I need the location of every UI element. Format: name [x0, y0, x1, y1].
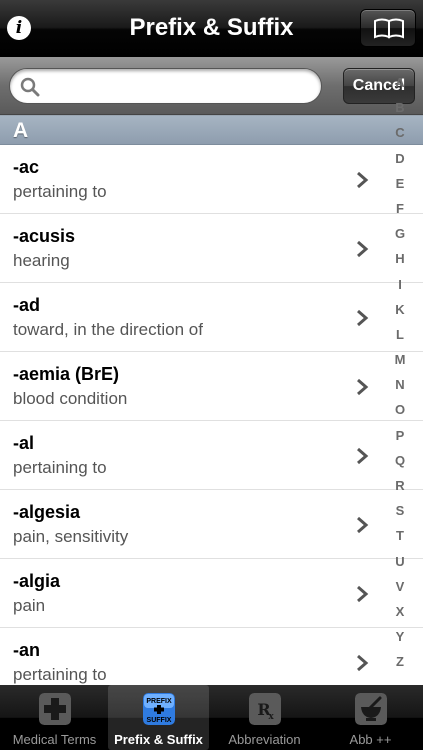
index-letter[interactable]: P	[388, 423, 412, 448]
svg-text:PREFIX: PREFIX	[146, 698, 172, 705]
meaning-label: pertaining to	[13, 665, 107, 684]
chevron-right-icon	[357, 171, 369, 189]
search-icon	[20, 77, 40, 97]
index-letter[interactable]: I	[388, 272, 412, 297]
tab-label: Medical Terms	[12, 732, 97, 747]
chevron-right-icon	[357, 516, 369, 534]
tab-abb-plus[interactable]: Abb ++	[318, 685, 423, 750]
index-letter[interactable]: E	[388, 171, 412, 196]
index-letter[interactable]: N	[388, 372, 412, 397]
index-letter[interactable]: Z	[388, 649, 412, 674]
index-letter[interactable]: O	[388, 397, 412, 422]
svg-text:x: x	[268, 712, 274, 722]
chevron-right-icon	[357, 309, 369, 327]
index-letter[interactable]: F	[388, 196, 412, 221]
tab-label: Abbreviation	[228, 732, 301, 747]
index-letter[interactable]: T	[388, 523, 412, 548]
index-letter[interactable]: L	[388, 322, 412, 347]
search-input[interactable]	[46, 75, 310, 99]
chevron-right-icon	[357, 240, 369, 258]
term-list: -ac pertaining to -acusis hearing -ad to…	[0, 145, 423, 697]
book-icon	[374, 18, 404, 39]
index-letter[interactable]: C	[388, 120, 412, 145]
list-item[interactable]: -ad toward, in the direction of	[0, 283, 423, 352]
term-label: -algesia	[13, 502, 81, 522]
term-label: -algia	[13, 571, 61, 591]
index-letter[interactable]: Y	[388, 624, 412, 649]
list-item[interactable]: -algia pain	[0, 559, 423, 628]
tab-label: Prefix & Suffix	[114, 732, 203, 747]
tab-medical-terms[interactable]: Medical Terms	[2, 685, 107, 750]
search-bar: Cancel	[0, 57, 423, 115]
cross-icon	[39, 693, 71, 725]
chevron-right-icon	[357, 654, 369, 672]
section-letter: A	[13, 119, 29, 142]
index-letter[interactable]: R	[388, 473, 412, 498]
tab-bar: Medical Terms PREFIX SUFFIX Prefix & Suf…	[0, 685, 423, 750]
index-letter[interactable]: X	[388, 599, 412, 624]
term-label: -ad	[13, 295, 40, 315]
tab-label: Abb ++	[349, 732, 392, 747]
index-letter[interactable]: G	[388, 221, 412, 246]
index-letter[interactable]: D	[388, 146, 412, 171]
list-item[interactable]: -algesia pain, sensitivity	[0, 490, 423, 559]
term-label: -aemia (BrE)	[13, 364, 120, 384]
index-letter[interactable]: A	[388, 70, 412, 95]
term-label: -acusis	[13, 226, 76, 246]
meaning-label: pertaining to	[13, 458, 107, 477]
index-letter[interactable]: H	[388, 246, 412, 271]
index-letter[interactable]: U	[388, 549, 412, 574]
term-label: -ac	[13, 157, 40, 177]
section-index[interactable]: A B C D E F G H I K L M N O P Q R S T U …	[388, 70, 412, 675]
chevron-right-icon	[357, 585, 369, 603]
meaning-label: pain, sensitivity	[13, 527, 129, 546]
meaning-label: blood condition	[13, 389, 128, 408]
meaning-label: hearing	[13, 251, 70, 270]
list-item[interactable]: -al pertaining to	[0, 421, 423, 490]
chevron-right-icon	[357, 447, 369, 465]
tab-prefix-suffix[interactable]: PREFIX SUFFIX Prefix & Suffix	[108, 685, 209, 750]
index-letter[interactable]: S	[388, 498, 412, 523]
chevron-right-icon	[357, 378, 369, 396]
list-item[interactable]: -aemia (BrE) blood condition	[0, 352, 423, 421]
term-label: -an	[13, 640, 40, 660]
index-letter[interactable]: Q	[388, 448, 412, 473]
list-item[interactable]: -ac pertaining to	[0, 145, 423, 214]
index-letter[interactable]: V	[388, 574, 412, 599]
term-label: -al	[13, 433, 35, 453]
search-field[interactable]	[9, 68, 322, 104]
meaning-label: pertaining to	[13, 182, 107, 201]
index-letter[interactable]: K	[388, 297, 412, 322]
tab-abbreviation[interactable]: R x Abbreviation	[212, 685, 317, 750]
index-letter[interactable]: M	[388, 347, 412, 372]
meaning-label: pain	[13, 596, 46, 615]
rx-icon: R x	[249, 693, 281, 725]
svg-text:SUFFIX: SUFFIX	[147, 717, 172, 724]
bookmarks-button[interactable]	[360, 9, 416, 47]
list-item[interactable]: -acusis hearing	[0, 214, 423, 283]
prefix-suffix-icon: PREFIX SUFFIX	[143, 693, 175, 725]
navigation-bar: i Prefix & Suffix	[0, 0, 423, 57]
section-header: A	[0, 115, 423, 145]
meaning-label: toward, in the direction of	[13, 320, 203, 339]
index-letter[interactable]: B	[388, 95, 412, 120]
mortar-icon	[355, 693, 387, 725]
